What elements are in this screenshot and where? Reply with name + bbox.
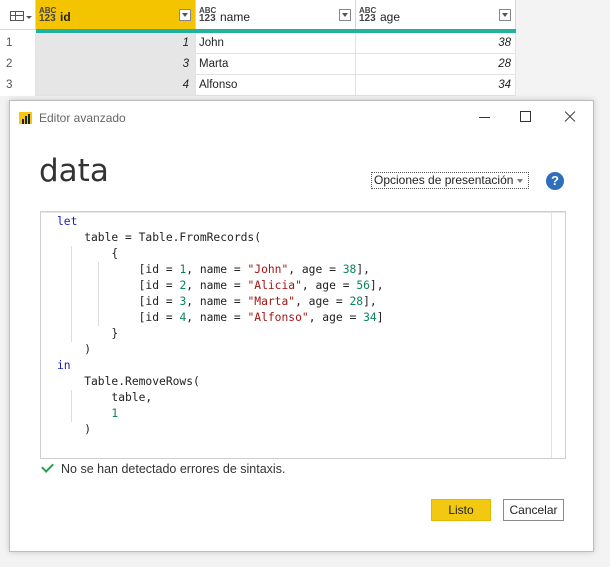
row-number: 2 [0,54,36,75]
code-content[interactable]: let table = Table.FromRecords( { [id = 1… [41,214,384,438]
type-any-icon[interactable]: ABC 123 [199,7,216,24]
indent-guide [97,278,99,294]
code-line[interactable]: in [41,358,384,374]
chevron-down-icon [517,179,523,183]
indent-guide [70,294,72,310]
cell-age[interactable]: 34 [356,75,516,96]
code-line[interactable]: let [41,214,384,230]
minimize-button[interactable] [474,107,496,127]
help-icon[interactable]: ? [546,172,564,190]
code-line[interactable]: [id = 3, name = "Marta", age = 28], [41,294,384,310]
code-line[interactable]: [id = 1, name = "John", age = 38], [41,262,384,278]
column-name: id [60,10,71,24]
column-name: age [380,10,401,24]
indent-guide [70,278,72,294]
code-line[interactable]: Table.RemoveRows( [41,374,384,390]
window-title: Editor avanzado [39,111,126,125]
advanced-editor-dialog: Editor avanzado data Opciones de present… [9,100,594,552]
type-any-icon[interactable]: ABC 123 [39,7,56,24]
indent-guide [97,262,99,278]
maximize-button[interactable] [514,107,536,127]
row-number: 3 [0,75,36,96]
display-options-label: Opciones de presentación [374,173,514,187]
indent-guide [70,262,72,278]
query-title: data [39,153,109,189]
column-header-name[interactable]: ABC 123 name [196,0,356,30]
code-line[interactable]: { [41,246,384,262]
cell-id[interactable]: 3 [36,54,196,75]
code-line[interactable]: ) [41,342,384,358]
check-icon [41,460,54,473]
cell-name[interactable]: Alfonso [196,75,356,96]
type-any-icon[interactable]: ABC 123 [359,7,376,24]
code-line[interactable]: [id = 2, name = "Alicia", age = 56], [41,278,384,294]
editor-top-rule [41,212,565,213]
cell-name[interactable]: Marta [196,54,356,75]
power-bi-icon [19,112,32,124]
indent-guide [70,390,72,406]
cancel-button[interactable]: Cancelar [503,499,564,521]
title-bar[interactable]: Editor avanzado [10,101,593,133]
syntax-status: No se han detectado errores de sintaxis. [40,460,286,476]
code-editor[interactable]: let table = Table.FromRecords( { [id = 1… [40,211,566,459]
column-name: name [220,10,251,24]
cell-age[interactable]: 28 [356,54,516,75]
column-header-age[interactable]: ABC 123 age [356,0,516,30]
indent-guide [97,310,99,326]
done-button[interactable]: Listo [431,499,491,521]
indent-guide [70,246,72,262]
cell-id[interactable]: 4 [36,75,196,96]
code-line[interactable]: 1 [41,406,384,422]
code-line[interactable]: } [41,326,384,342]
filter-dropdown-icon[interactable] [179,9,191,21]
code-line[interactable]: [id = 4, name = "Alfonso", age = 34] [41,310,384,326]
table-menu-button[interactable] [0,0,36,30]
indent-guide [97,294,99,310]
syntax-status-text: No se han detectado errores de sintaxis. [61,462,286,476]
display-options-dropdown[interactable]: Opciones de presentación [371,172,529,189]
cell-name[interactable]: John [196,33,356,54]
table-icon [10,11,24,21]
cell-id[interactable]: 1 [36,33,196,54]
table-row[interactable]: 3 4 Alfonso 34 [0,75,516,96]
close-button[interactable] [559,107,581,127]
column-header-id[interactable]: ABC 123 id [36,0,196,30]
chevron-down-icon [26,16,32,19]
table-row[interactable]: 2 3 Marta 28 [0,54,516,75]
indent-guide [70,326,72,342]
code-line[interactable]: table = Table.FromRecords( [41,230,384,246]
code-line[interactable]: table, [41,390,384,406]
table-row[interactable]: 1 1 John 38 [0,33,516,54]
row-number: 1 [0,33,36,54]
code-line[interactable]: ) [41,422,384,438]
vertical-scrollbar[interactable] [551,212,565,458]
indent-guide [70,310,72,326]
filter-dropdown-icon[interactable] [499,9,511,21]
cell-age[interactable]: 38 [356,33,516,54]
indent-guide [70,406,72,422]
data-grid: ABC 123 id ABC 123 name ABC 123 age 1 1 Joh… [0,0,516,96]
filter-dropdown-icon[interactable] [339,9,351,21]
